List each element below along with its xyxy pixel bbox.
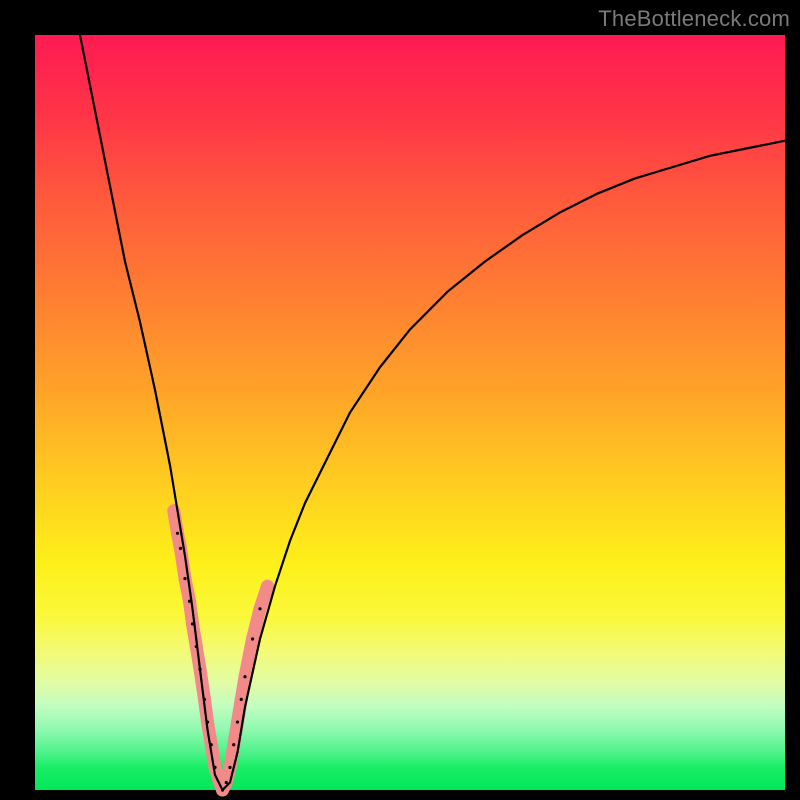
- marker-joint: [183, 577, 186, 580]
- marker-joint: [228, 766, 231, 769]
- marker-joint: [232, 743, 235, 746]
- marker-joint: [179, 547, 182, 550]
- chart-frame: TheBottleneck.com: [0, 0, 800, 800]
- watermark-text: TheBottleneck.com: [598, 6, 790, 32]
- chart-svg: [35, 35, 785, 790]
- marker-joint: [258, 607, 261, 610]
- marker-joint: [176, 532, 179, 535]
- marker-joint: [251, 637, 254, 640]
- marker-joint: [240, 698, 243, 701]
- marker-pill: [260, 586, 268, 609]
- bottleneck-curve: [80, 35, 785, 790]
- marker-joint: [236, 720, 239, 723]
- marker-layer: [174, 511, 268, 792]
- marker-joint: [243, 675, 246, 678]
